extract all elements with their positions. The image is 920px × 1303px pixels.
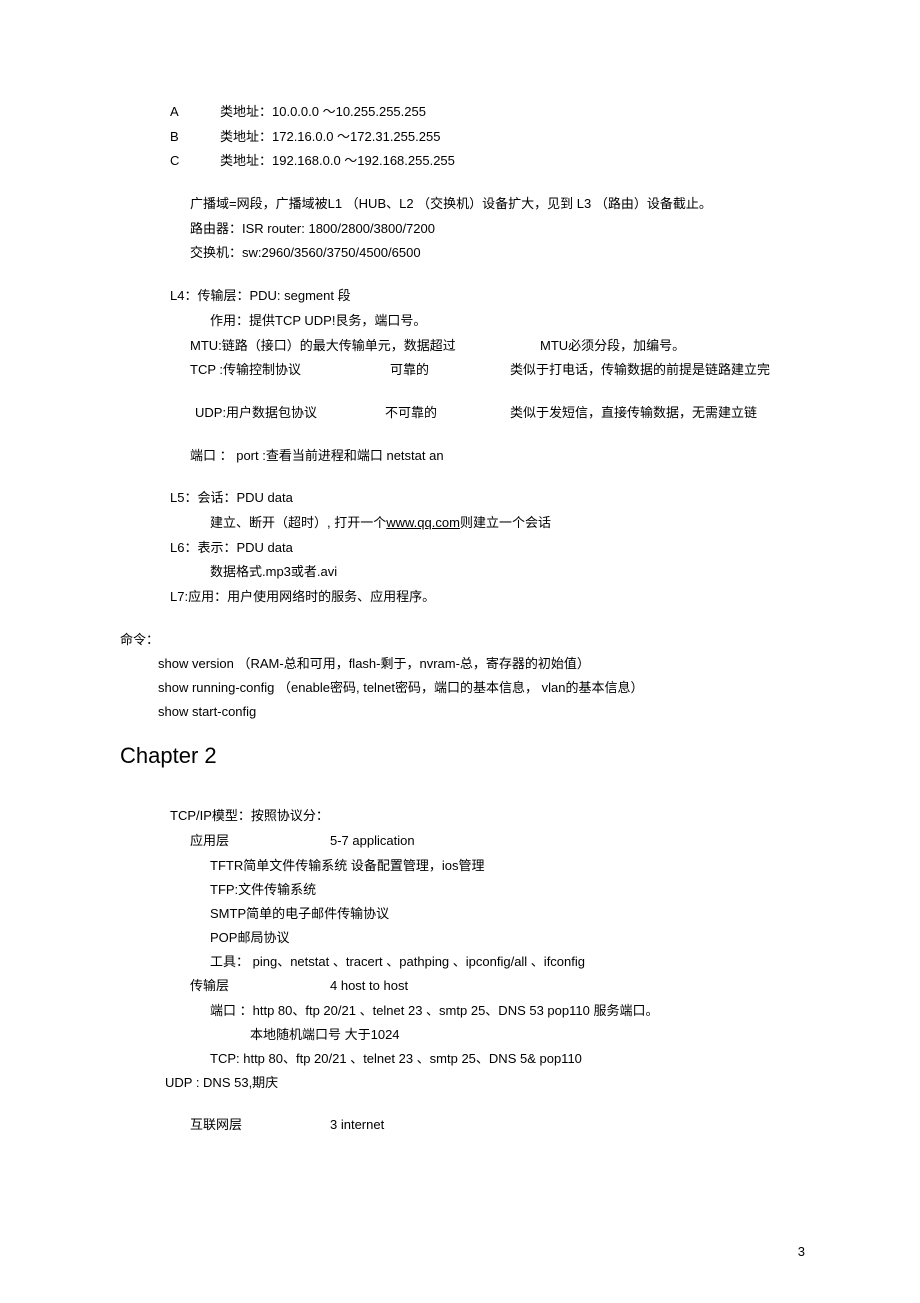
addr-a-text: 类地址：10.0.0.0 ～10.255.255.255 (220, 100, 800, 125)
app-l2: TFP:文件传输系统 (120, 878, 800, 902)
tcpip-title: TCP/IP模型：按照协议分： (120, 804, 800, 829)
trans-l2: 本地随机端口号 大于1024 (120, 1023, 800, 1047)
qq-link[interactable]: www.qq.com (386, 515, 460, 530)
l7-title: L7:应用：用户使用网络时的服务、应用程序。 (120, 585, 800, 610)
addr-b-label: B (120, 125, 220, 150)
l5-line-b: 则建立一个会话 (460, 515, 551, 530)
l4-r1c3: MTU必须分段，加编号。 (540, 334, 800, 359)
trans-l1: 端口 ：http 80、ftp 20/21 、telnet 23 、smtp 2… (120, 999, 800, 1023)
addr-row-b: B 类地址：172.16.0.0 ～172.31.255.255 (120, 125, 800, 150)
addr-row-a: A 类地址：10.0.0.0 ～10.255.255.255 (120, 100, 800, 125)
layer-trans-range: 4 host to host (330, 974, 408, 999)
app-l3: SMTP简单的电子邮件传输协议 (120, 902, 800, 926)
layer-app-range: 5-7 application (330, 829, 415, 854)
layer-inet: 互联网层 3 internet (120, 1113, 800, 1138)
app-l1: TFTR简单文件传输系统 设备配置管理，ios管理 (120, 854, 800, 878)
l4-r3c3: 类似于发短信，直接传输数据，无需建立链 (510, 401, 800, 426)
layer-app-name: 应用层 (190, 829, 330, 854)
cmd3: show start-config (120, 700, 800, 724)
l4-r3c1: UDP:用户数据包协议 (120, 401, 385, 426)
l5-title: L5：会话：PDU data (120, 486, 800, 511)
cmd1: show version （RAM-总和可用，flash-剩于，nvram-总，… (120, 652, 800, 676)
l4-title: L4：传输层：PDU: segment 段 (120, 284, 800, 309)
trans-l3: TCP: http 80、ftp 20/21 、telnet 23 、smtp … (120, 1047, 800, 1071)
page-number: 3 (798, 1240, 805, 1265)
addr-row-c: C 类地址：192.168.0.0 ～192.168.255.255 (120, 149, 800, 174)
layer-app: 应用层 5-7 application (120, 829, 800, 854)
l4-r2c2: 可靠的 (390, 358, 510, 383)
addr-b-text: 类地址：172.16.0.0 ～172.31.255.255 (220, 125, 800, 150)
l4-r2c3: 类似于打电话，传输数据的前提是链路建立完 (510, 358, 800, 383)
l4-port: 端口 ： port :查看当前进程和端口 netstat an (120, 444, 800, 469)
l6-line: 数据格式.mp3或者.avi (120, 560, 800, 585)
addr-c-text: 类地址：192.168.0.0 ～192.168.255.255 (220, 149, 800, 174)
addr-c-label: C (120, 149, 220, 174)
app-l5: 工具： ping、netstat 、tracert 、pathping 、ipc… (120, 950, 800, 974)
l4-row1: MTU:链路（接口）的最大传输单元，数据超过 MTU必须分段，加编号。 (120, 334, 800, 359)
chapter-2-heading: Chapter 2 (120, 735, 800, 777)
l4-row3: UDP:用户数据包协议 不可靠的 类似于发短信，直接传输数据，无需建立链 (120, 401, 800, 426)
l4-r1c1: MTU:链路（接口）的最大传输单元，数据超过 (120, 334, 500, 359)
l4-r1c2 (500, 334, 540, 359)
app-l4: POP邮局协议 (120, 926, 800, 950)
l5-line-a: 建立、断开（超时）, 打开一个 (210, 515, 386, 530)
l5-line: 建立、断开（超时）, 打开一个www.qq.com则建立一个会话 (120, 511, 800, 536)
udp-line: UDP : DNS 53,期庆 (120, 1071, 800, 1095)
cmd2: show running-config （enable密码, telnet密码，… (120, 676, 800, 700)
cmd-title: 命令： (120, 628, 800, 653)
l4-row2: TCP :传输控制协议 可靠的 类似于打电话，传输数据的前提是链路建立完 (120, 358, 800, 383)
switch-line: 交换机：sw:2960/3560/3750/4500/6500 (120, 241, 800, 266)
layer-inet-range: 3 internet (330, 1113, 384, 1138)
l4-r3c2: 不可靠的 (385, 401, 510, 426)
router-line: 路由器：ISR router: 1800/2800/3800/7200 (120, 217, 800, 242)
layer-trans: 传输层 4 host to host (120, 974, 800, 999)
l4-r2c1: TCP :传输控制协议 (120, 358, 390, 383)
l6-title: L6：表示：PDU data (120, 536, 800, 561)
broadcast-line: 广播域=网段，广播域被L1 （HUB、L2 （交换机）设备扩大，见到 L3 （路… (120, 192, 800, 217)
l4-role: 作用：提供TCP UDP!艮务，端口号。 (120, 309, 800, 334)
layer-trans-name: 传输层 (190, 974, 330, 999)
layer-inet-name: 互联网层 (190, 1113, 330, 1138)
addr-a-label: A (120, 100, 220, 125)
